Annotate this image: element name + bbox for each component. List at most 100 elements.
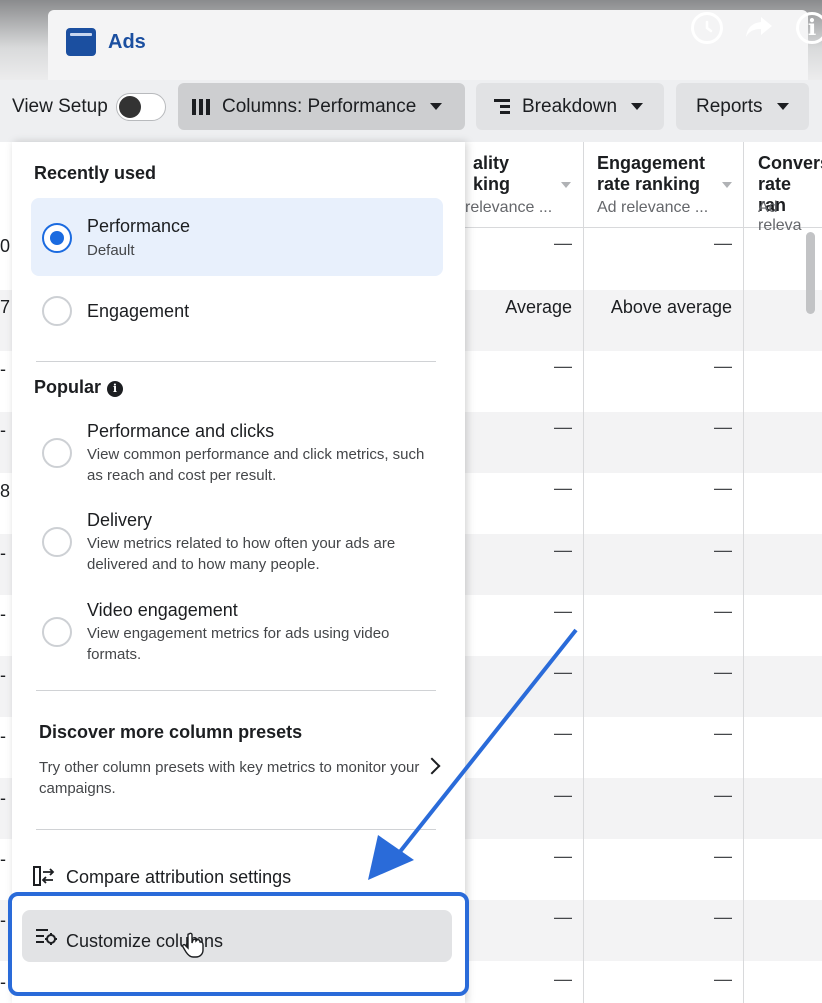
engagement-ranking-cell: — — [714, 478, 732, 498]
column-divider — [583, 142, 584, 1003]
engagement-ranking-cell: — — [714, 969, 732, 989]
preset-label: Video engagement — [87, 600, 238, 620]
menu-divider — [36, 690, 436, 691]
radio-selected-icon[interactable] — [42, 223, 72, 253]
header-subtitle: Ad releva — [758, 199, 802, 234]
header-subtitle: relevance ... — [465, 199, 553, 216]
discover-heading: Discover more column presets — [39, 722, 303, 742]
header-subtitle: Ad relevance ... — [597, 199, 709, 216]
quality-ranking-cell: — — [554, 233, 572, 253]
breakdown-icon — [494, 99, 510, 114]
recently-used-heading: Recently used — [34, 163, 157, 183]
compare-label: Compare attribution settings — [66, 867, 292, 887]
edge-cell: - — [0, 604, 6, 624]
engagement-ranking-cell: — — [714, 356, 732, 376]
edge-cell: 0 — [0, 236, 11, 256]
view-setup-toggle[interactable] — [116, 93, 166, 121]
preset-label: Engagement — [87, 301, 190, 321]
reports-button[interactable]: Reports — [676, 83, 809, 130]
engagement-ranking-cell: — — [714, 601, 732, 621]
columns-button[interactable]: Columns: Performance — [178, 83, 465, 130]
quality-ranking-cell: — — [554, 601, 572, 621]
discover-description: Try other column presets with key metric… — [39, 759, 420, 797]
edge-cell: 7 — [0, 297, 11, 317]
header-title: Engagement — [597, 153, 706, 173]
edge-cell: - — [0, 972, 6, 992]
preset-description: View metrics related to how often your a… — [87, 535, 396, 573]
quality-ranking-cell: Average — [505, 297, 572, 317]
column-header-engagement-rate-ranking[interactable]: Engagement rate ranking Ad relevance ... — [584, 142, 744, 228]
edge-cell: 8 — [0, 481, 11, 501]
column-header-conversion-rate-ranking[interactable]: Convers rate ran Ad releva — [744, 142, 822, 234]
clock-icon[interactable] — [691, 12, 723, 44]
preset-label: Performance and clicks — [87, 421, 275, 441]
quality-ranking-cell: — — [554, 478, 572, 498]
preset-performance-and-clicks[interactable]: Performance and clicks View common perfo… — [31, 412, 443, 492]
reports-button-label: Reports — [696, 95, 763, 117]
popular-heading: Popular i — [34, 377, 124, 398]
preset-description: Default — [87, 242, 135, 259]
highlight-box-annotation — [8, 892, 469, 996]
edge-cell: - — [0, 788, 6, 808]
preset-engagement[interactable]: Engagement — [31, 282, 443, 342]
edge-cell: - — [0, 543, 6, 563]
chevron-down-icon — [631, 103, 644, 110]
engagement-ranking-cell: — — [714, 785, 732, 805]
preset-delivery[interactable]: Delivery View metrics related to how oft… — [31, 501, 443, 581]
header-title: king — [473, 174, 511, 194]
preset-video-engagement[interactable]: Video engagement View engagement metrics… — [31, 591, 443, 671]
quality-ranking-cell: — — [554, 907, 572, 927]
edge-cell: - — [0, 665, 6, 685]
engagement-ranking-cell: — — [714, 233, 732, 253]
radio-icon[interactable] — [42, 527, 72, 557]
compare-icon — [32, 864, 56, 893]
engagement-ranking-cell: — — [714, 662, 732, 682]
preset-description: View engagement metrics for ads using vi… — [87, 625, 390, 663]
header-title: Convers — [758, 153, 822, 173]
toggle-knob — [119, 96, 141, 118]
engagement-ranking-cell: — — [714, 540, 732, 560]
radio-icon[interactable] — [42, 296, 72, 326]
page-title: Ads — [108, 31, 146, 53]
vertical-scrollbar[interactable] — [806, 232, 815, 314]
view-setup-label: View Setup — [12, 96, 108, 117]
engagement-ranking-cell: — — [714, 723, 732, 743]
share-icon[interactable] — [744, 12, 774, 42]
engagement-ranking-cell: — — [714, 417, 732, 437]
engagement-ranking-cell: — — [714, 907, 732, 927]
engagement-ranking-cell: — — [714, 846, 732, 866]
menu-divider — [36, 361, 436, 362]
radio-icon[interactable] — [42, 617, 72, 647]
columns-icon — [192, 98, 210, 115]
radio-icon[interactable] — [42, 438, 72, 468]
chevron-down-icon — [430, 103, 443, 110]
edge-cell: - — [0, 910, 6, 930]
chevron-down-icon — [776, 103, 789, 110]
popular-heading-text: Popular — [34, 377, 102, 397]
header-title: ality — [473, 153, 510, 173]
column-divider — [743, 142, 744, 1003]
header-title: rate ranking — [597, 174, 701, 194]
info-icon[interactable]: i — [796, 12, 822, 44]
breakdown-button-label: Breakdown — [522, 95, 618, 117]
edge-cell: - — [0, 420, 6, 440]
info-icon[interactable]: i — [107, 381, 124, 397]
sort-caret-icon[interactable] — [561, 182, 571, 188]
quality-ranking-cell: — — [554, 969, 572, 989]
preset-performance[interactable]: Performance Default — [31, 198, 443, 276]
sort-caret-icon[interactable] — [722, 182, 732, 188]
quality-ranking-cell: — — [554, 540, 572, 560]
quality-ranking-cell: — — [554, 846, 572, 866]
quality-ranking-cell: — — [554, 417, 572, 437]
preset-description: View common performance and click metric… — [87, 446, 425, 484]
ads-manager-icon — [66, 28, 96, 56]
quality-ranking-cell: — — [554, 723, 572, 743]
hand-cursor-icon — [182, 932, 204, 964]
menu-divider — [36, 829, 436, 830]
quality-ranking-cell: — — [554, 785, 572, 805]
columns-button-label: Columns: Performance — [222, 95, 417, 117]
engagement-ranking-cell: Above average — [610, 297, 732, 317]
edge-cell: - — [0, 359, 6, 379]
quality-ranking-cell: — — [554, 662, 572, 682]
breakdown-button[interactable]: Breakdown — [476, 83, 664, 130]
